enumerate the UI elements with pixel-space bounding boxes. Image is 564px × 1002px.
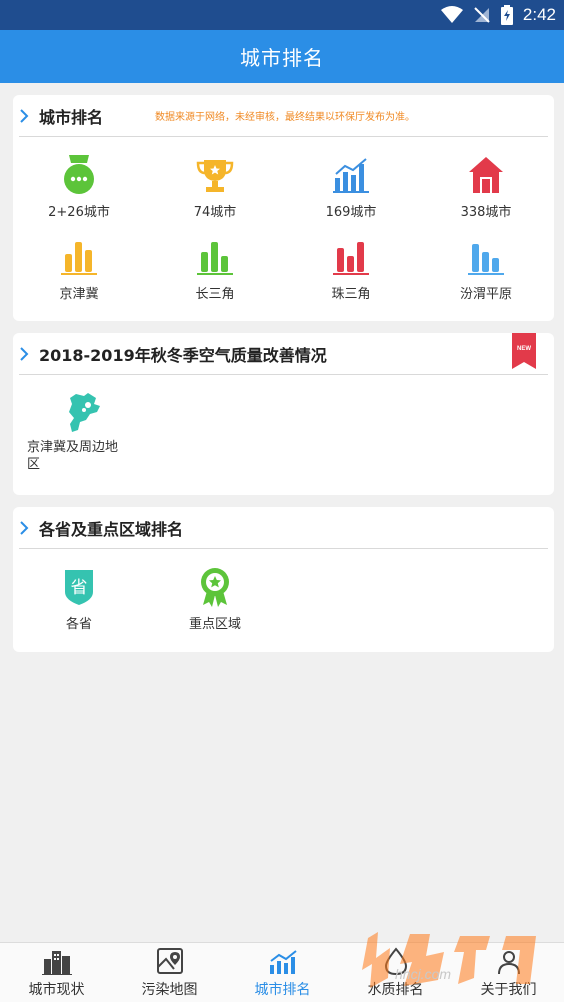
watermark-logo — [362, 932, 536, 988]
ranking-item-label: 338城市 — [460, 205, 512, 220]
page-title: 城市排名 — [240, 46, 324, 70]
autumn-winter-title: 2018-2019年秋冬季空气质量改善情况 — [39, 345, 327, 365]
star-medal-icon — [193, 565, 237, 609]
ranking-item-label: 74城市 — [193, 205, 237, 220]
ranking-item-fenweipingyuan[interactable]: 汾渭平原 — [431, 235, 541, 302]
region-item-jingjinji[interactable]: 京津冀及周边地区 — [27, 391, 127, 473]
battery-charging-icon — [500, 5, 513, 25]
ranking-item-label: 汾渭平原 — [459, 287, 512, 302]
badge-dots-icon — [57, 153, 101, 197]
chevron-right-icon — [19, 108, 33, 123]
bar-chart-icon — [57, 235, 101, 279]
city-ranking-title: 城市排名 — [39, 107, 104, 127]
nav-city-ranking[interactable]: 城市排名 — [226, 943, 339, 1002]
status-bar: 2:42 — [0, 0, 564, 30]
province-item-label: 各省 — [65, 617, 92, 632]
ranking-item-label: 2+26城市 — [48, 205, 110, 220]
region-map-icon — [63, 391, 107, 435]
app-bar: 城市排名 — [0, 30, 564, 83]
nav-label: 污染地图 — [141, 982, 198, 998]
watermark-text: hncj.com — [395, 966, 452, 982]
nav-pollution-map[interactable]: 污染地图 — [113, 943, 226, 1002]
province-shield-text: 省 — [70, 578, 88, 598]
nav-label: 城市现状 — [28, 982, 85, 998]
line-bar-chart-icon — [329, 153, 373, 197]
province-shield-icon: 省 — [57, 565, 101, 609]
map-pin-icon — [156, 948, 183, 974]
ranking-item-zhusanjiao[interactable]: 珠三角 — [296, 235, 406, 302]
ranking-item-label: 169城市 — [325, 205, 377, 220]
ranking-item-changsanjiao[interactable]: 长三角 — [160, 235, 270, 302]
ranking-item-74[interactable]: 74城市 — [160, 153, 270, 220]
ranking-item-338[interactable]: 338城市 — [431, 153, 541, 220]
key-region-item[interactable]: 重点区域 — [160, 565, 270, 632]
new-badge-text: NEW — [517, 346, 531, 352]
key-region-item-label: 重点区域 — [188, 617, 241, 632]
nav-label: 城市排名 — [254, 982, 311, 998]
chevron-right-icon — [19, 346, 33, 361]
ranking-item-jingjinji[interactable]: 京津冀 — [24, 235, 134, 302]
ranking-item-label: 珠三角 — [331, 287, 371, 302]
house-icon — [464, 153, 508, 197]
bar-chart-icon — [464, 235, 508, 279]
ranking-item-2-26[interactable]: 2+26城市 — [24, 153, 134, 220]
trend-chart-icon — [269, 950, 297, 974]
province-ranking-card: 各省及重点区域排名 省 各省 重点区域 — [13, 507, 554, 652]
city-buildings-icon — [41, 951, 72, 975]
chevron-right-icon — [19, 520, 33, 535]
autumn-winter-card: 2018-2019年秋冬季空气质量改善情况 NEW 京津冀及周边地区 — [13, 333, 554, 495]
province-ranking-header: 各省及重点区域排名 — [19, 507, 548, 549]
province-ranking-title: 各省及重点区域排名 — [39, 519, 184, 539]
autumn-winter-header: 2018-2019年秋冬季空气质量改善情况 — [19, 333, 548, 375]
ranking-item-label: 长三角 — [195, 287, 235, 302]
region-item-label: 京津冀及周边地区 — [27, 440, 119, 472]
province-item[interactable]: 省 各省 — [24, 565, 134, 632]
bar-chart-icon — [329, 235, 373, 279]
nav-city-status[interactable]: 城市现状 — [0, 943, 113, 1002]
wifi-icon — [440, 6, 463, 23]
ranking-item-label: 京津冀 — [59, 287, 99, 302]
ranking-item-169[interactable]: 169城市 — [296, 153, 406, 220]
city-ranking-card: 城市排名 数据来源于网络，未经审核，最终结果以环保厅发布为准。 2+26城市 7… — [13, 95, 554, 321]
trophy-icon — [193, 153, 237, 197]
bar-chart-icon — [193, 235, 237, 279]
city-ranking-header: 城市排名 数据来源于网络，未经审核，最终结果以环保厅发布为准。 — [19, 95, 548, 137]
status-time: 2:42 — [522, 5, 556, 24]
no-signal-icon — [474, 7, 490, 23]
data-source-note: 数据来源于网络，未经审核，最终结果以环保厅发布为准。 — [155, 112, 416, 123]
new-ribbon-icon: NEW — [512, 333, 536, 369]
